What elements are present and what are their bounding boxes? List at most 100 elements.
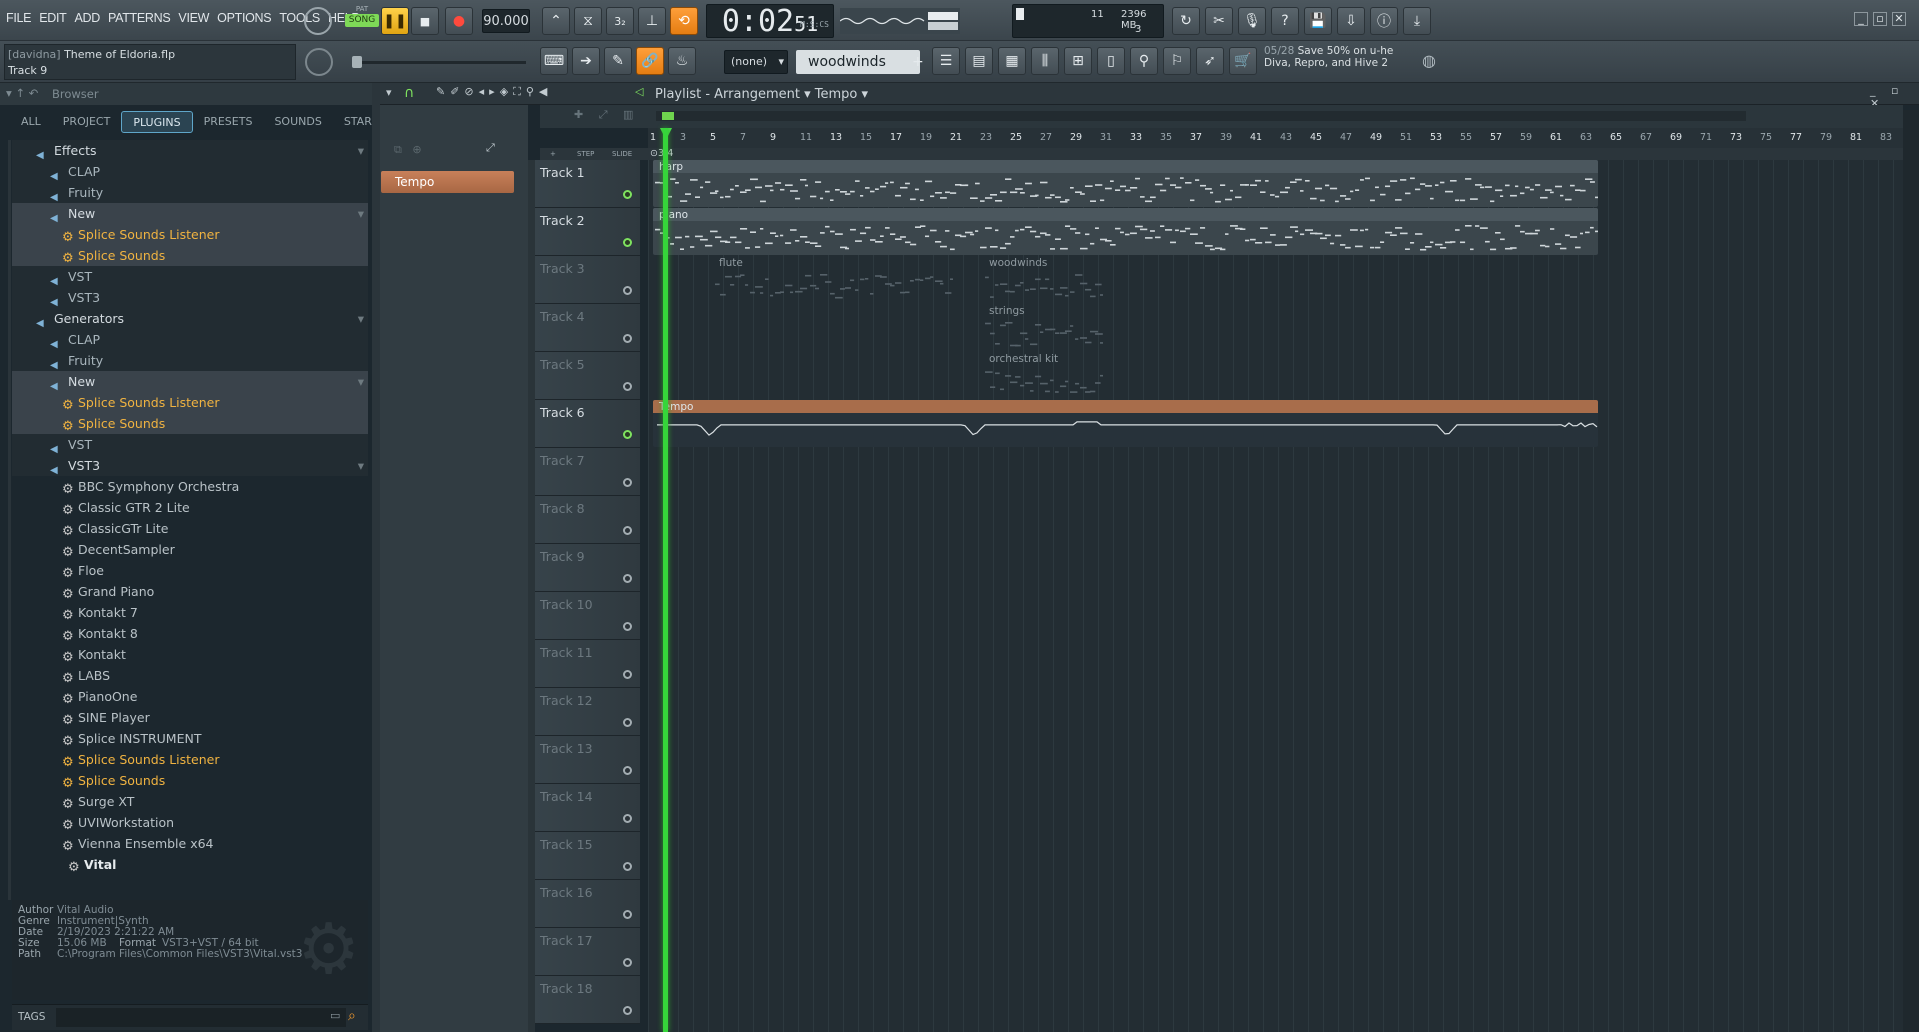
browser-item-splice-sounds[interactable]: ⚙ Splice Sounds <box>12 245 368 266</box>
track-mute-toggle[interactable] <box>623 766 632 775</box>
timeline-ruler[interactable]: 1 3 5 7 9 11 13 15 17 19 21 23 25 27 29 31 33 35 37 39 41 43 4… <box>648 128 1919 148</box>
pat-song-switch[interactable]: PAT SONG <box>345 5 379 37</box>
menu-options[interactable]: OPTIONS <box>217 11 271 25</box>
browser-item-classic-gtr-2-lite[interactable]: ⚙ Classic GTR 2 Lite <box>12 497 368 518</box>
render-button[interactable]: ⇩ <box>1337 7 1365 35</box>
link-button[interactable]: 🔗 <box>636 47 664 75</box>
timeline-marker-strip[interactable]: ⊙3/4 <box>648 148 1903 160</box>
playlist-grid[interactable]: harp piano flute woodwinds strings orchestral… <box>648 160 1903 1032</box>
piano-roll-button[interactable]: ▤ <box>965 47 993 75</box>
vertical-scrollbar[interactable] <box>1903 110 1919 1032</box>
playlist-tools[interactable]: ✎✐⊘◂▸◈⛶⚲◀ <box>436 85 552 99</box>
master-pitch-slider[interactable] <box>352 56 526 68</box>
stop-button[interactable]: ■ <box>411 7 439 35</box>
browser-item-splice-sounds-listener[interactable]: ⚙ Splice Sounds Listener <box>12 392 368 413</box>
track-mute-toggle[interactable] <box>623 238 632 247</box>
track-mute-toggle[interactable] <box>623 334 632 343</box>
track-header-6[interactable]: Track 6 <box>535 400 640 448</box>
shop-button[interactable]: 🛒 <box>1229 47 1257 75</box>
browser-item-fruity[interactable]: ◀ Fruity <box>12 182 368 203</box>
browser-item-splice-sounds-listener[interactable]: ⚙ Splice Sounds Listener <box>12 749 368 770</box>
pattern-selector[interactable]: (none) ▾ <box>724 50 788 74</box>
playlist-title[interactable]: Playlist - Arrangement ▾ Tempo ▾ <box>655 87 868 102</box>
track-mute-toggle[interactable] <box>623 574 632 583</box>
playlist-window-button[interactable]: ☰ <box>932 47 960 75</box>
track-header-7[interactable]: Track 7 <box>535 448 640 496</box>
browser-item-floe[interactable]: ⚙ Floe <box>12 560 368 581</box>
track-mute-toggle[interactable] <box>623 382 632 391</box>
track-header-10[interactable]: Track 10 <box>535 592 640 640</box>
folder-icon[interactable]: ▭ <box>330 1009 340 1022</box>
plugin-db-button[interactable]: ⚲ <box>1130 47 1158 75</box>
track-mute-toggle[interactable] <box>623 430 632 439</box>
track-mute-toggle[interactable] <box>623 862 632 871</box>
clip-source-tempo[interactable]: Tempo <box>381 171 514 193</box>
browser-item-vst[interactable]: ◀ VST <box>12 434 368 455</box>
menu-patterns[interactable]: PATTERNS <box>108 11 171 25</box>
add-track-icon[interactable]: + <box>550 150 556 158</box>
loop-record-button[interactable]: ⟲ <box>670 7 698 35</box>
track-header-16[interactable]: Track 16 <box>535 880 640 928</box>
browser-menu-icon[interactable]: ▾ ↑ ↶ <box>6 86 38 100</box>
track-mute-toggle[interactable] <box>623 910 632 919</box>
track-header-9[interactable]: Track 9 <box>535 544 640 592</box>
add-pattern-icon[interactable]: + <box>912 50 926 74</box>
track-header-1[interactable]: Track 1 <box>535 160 640 208</box>
info-button[interactable]: ⓘ <box>1370 7 1398 35</box>
browser-item-vst[interactable]: ◀ VST <box>12 266 368 287</box>
browser-item-effects[interactable]: ◀ Effects ▾ <box>12 140 368 161</box>
menu-add[interactable]: ADD <box>74 11 100 25</box>
horizontal-scrollbar[interactable] <box>656 111 1746 121</box>
browser-item-decentsampler[interactable]: ⚙ DecentSampler <box>12 539 368 560</box>
tags-search-input[interactable] <box>56 1008 346 1027</box>
browser-scrollbar[interactable] <box>8 140 11 900</box>
mixer-button[interactable]: ⫼ <box>1031 47 1059 75</box>
browser-item-vienna-ensemble-x64[interactable]: ⚙ Vienna Ensemble x64 <box>12 833 368 854</box>
tempo-display[interactable]: 90.000 <box>482 9 530 33</box>
browser-item-bbc-symphony-orchestra[interactable]: ⚙ BBC Symphony Orchestra <box>12 476 368 497</box>
undo-button[interactable]: ↻ <box>1172 7 1200 35</box>
slider-handle[interactable] <box>352 56 362 68</box>
menu-view[interactable]: VIEW <box>178 11 209 25</box>
playlist-arrow-button[interactable]: ➔ <box>572 47 600 75</box>
track-header-5[interactable]: Track 5 <box>535 352 640 400</box>
panel-splitter[interactable] <box>372 83 380 1032</box>
wait-for-input-button[interactable]: ⧖ <box>574 7 602 35</box>
help-button[interactable]: ? <box>1271 7 1299 35</box>
browser-item-uviworkstation[interactable]: ⚙ UVIWorkstation <box>12 812 368 833</box>
track-mute-toggle[interactable] <box>623 958 632 967</box>
browser-item-new[interactable]: ◀ New ▾ <box>12 371 368 392</box>
browser-item-splice-instrument[interactable]: ⚙ Splice INSTRUMENT <box>12 728 368 749</box>
cut-button[interactable]: ✂ <box>1205 7 1233 35</box>
pause-button[interactable]: ❚❚ <box>381 7 409 35</box>
clip-woodwinds[interactable]: woodwinds <box>983 256 1103 303</box>
download-button[interactable]: ⤓ <box>1403 7 1431 35</box>
audio-input-button[interactable]: 🎙 <box>1238 7 1266 35</box>
browser-item-kontakt-7[interactable]: ⚙ Kontakt 7 <box>12 602 368 623</box>
browser-item-vst3[interactable]: ◀ VST3 <box>12 287 368 308</box>
track-mute-toggle[interactable] <box>623 622 632 631</box>
picker-scrollbar[interactable] <box>528 160 535 1032</box>
minimize-icon[interactable]: _ <box>1854 12 1868 26</box>
touch-button[interactable]: ➶ <box>1196 47 1224 75</box>
metronome-button[interactable]: ⌃ <box>542 7 570 35</box>
close-icon[interactable]: ✕ <box>1892 12 1906 26</box>
clip-tempo[interactable]: Tempo <box>653 400 1598 447</box>
step-edit-button[interactable]: ⊥ <box>638 7 666 35</box>
browser-item-sine-player[interactable]: ⚙ SINE Player <box>12 707 368 728</box>
browser-item-vst3[interactable]: ◀ VST3 ▾ <box>12 455 368 476</box>
track-header-11[interactable]: Track 11 <box>535 640 640 688</box>
browser-item-surge-xt[interactable]: ⚙ Surge XT <box>12 791 368 812</box>
browser-item-labs[interactable]: ⚙ LABS <box>12 665 368 686</box>
track-header-2[interactable]: Track 2 <box>535 208 640 256</box>
track-mute-toggle[interactable] <box>623 814 632 823</box>
track-header-3[interactable]: Track 3 <box>535 256 640 304</box>
browser-tab-presets[interactable]: PRESETS <box>193 111 264 133</box>
browser-item-kontakt[interactable]: ⚙ Kontakt <box>12 644 368 665</box>
news-panel[interactable]: 05/28 Save 50% on u-he Diva, Repro, and … <box>1264 45 1436 79</box>
project-button[interactable]: ▯ <box>1097 47 1125 75</box>
track-header-17[interactable]: Track 17 <box>535 928 640 976</box>
patcher-button[interactable]: ⊞ <box>1064 47 1092 75</box>
pattern-name-field[interactable]: woodwinds <box>796 50 920 74</box>
clip-harp[interactable]: harp <box>653 160 1598 207</box>
